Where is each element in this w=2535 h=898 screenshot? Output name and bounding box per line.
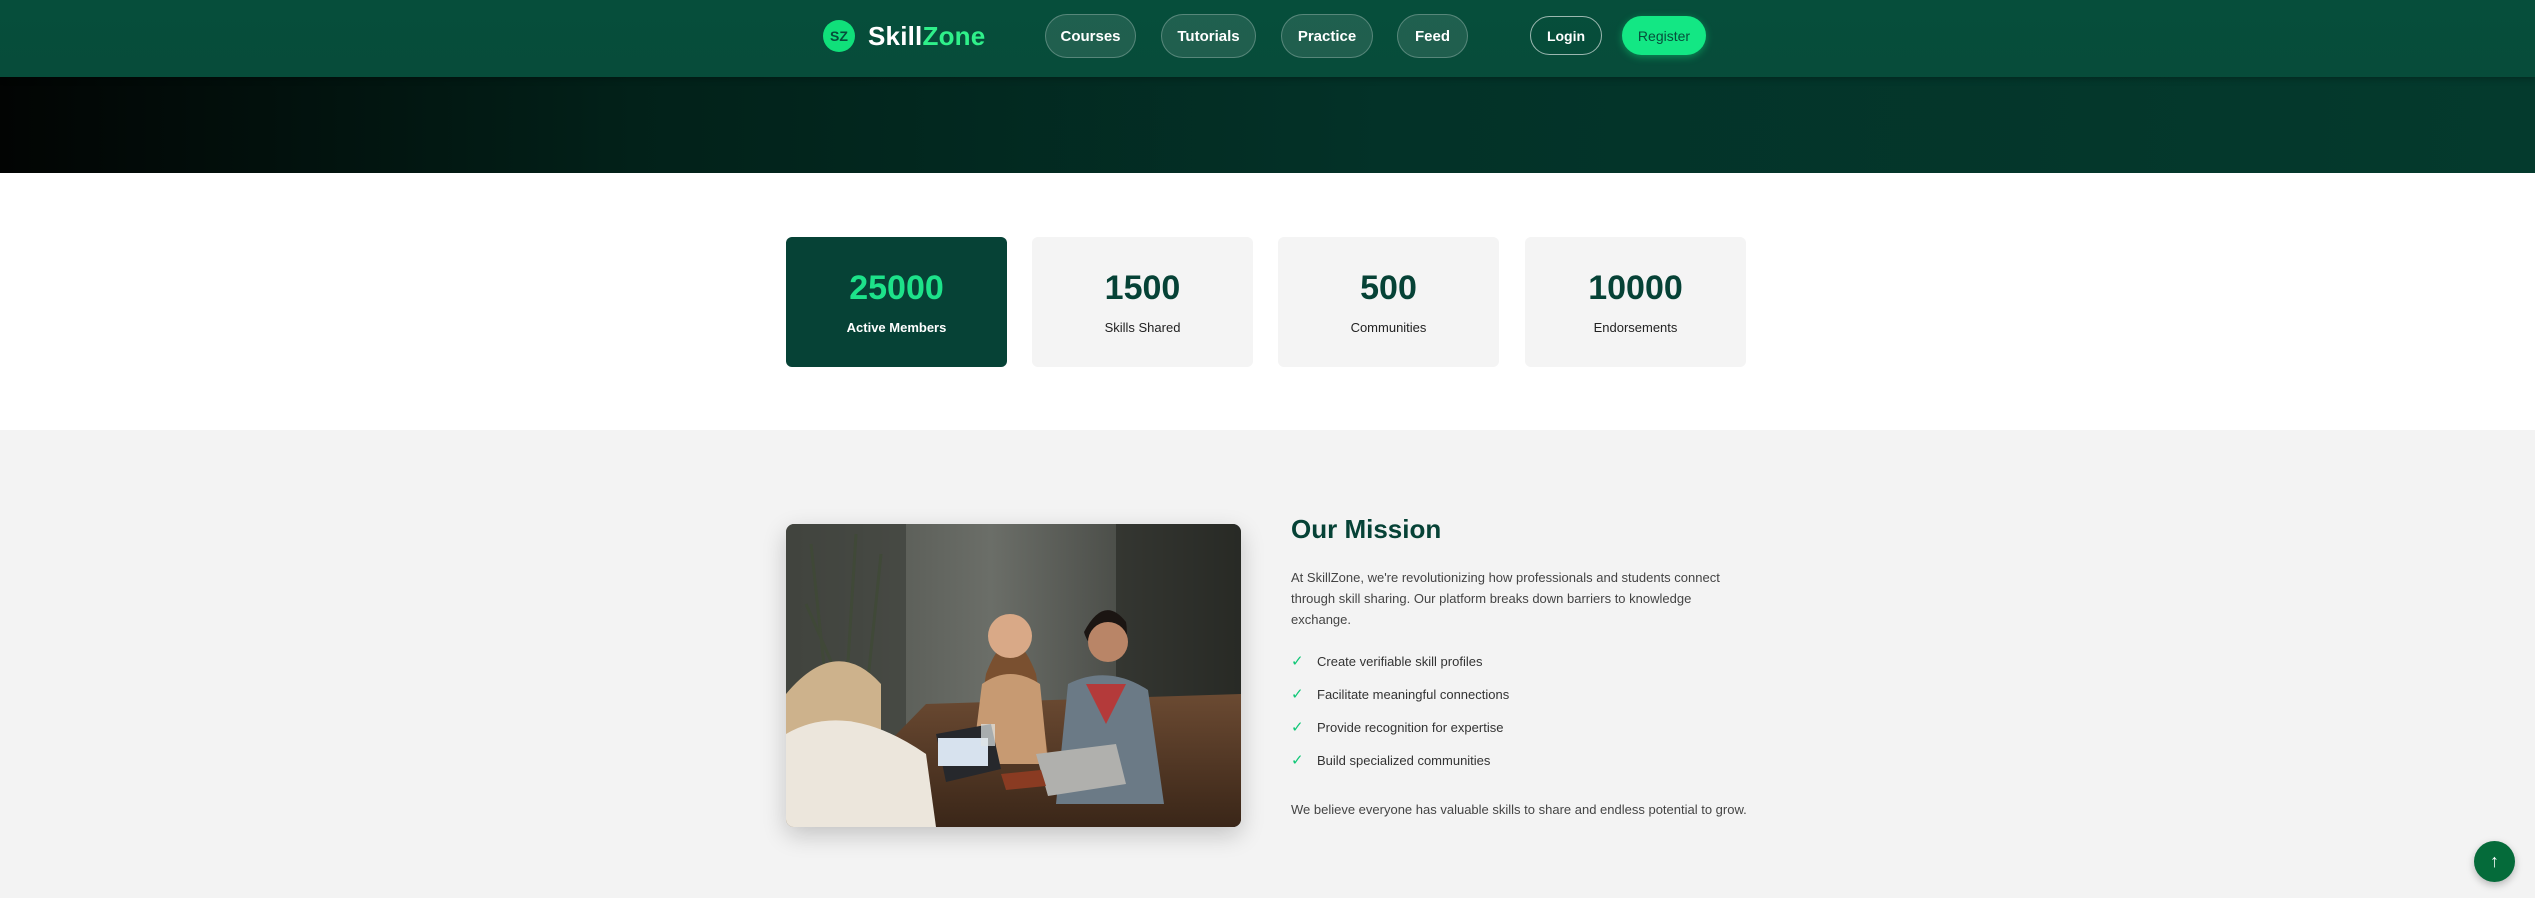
arrow-up-icon: ↑ [2490, 851, 2499, 871]
list-item-text: Provide recognition for expertise [1317, 720, 1504, 735]
register-button[interactable]: Register [1622, 16, 1706, 55]
check-icon: ✓ [1291, 752, 1304, 769]
stat-number: 500 [1360, 269, 1417, 307]
stat-label: Communities [1350, 320, 1427, 335]
stat-number: 1500 [1104, 269, 1181, 307]
top-navbar: SZ SkillZone Courses Tutorials Practice … [0, 0, 2535, 77]
team-photo [786, 524, 1241, 827]
nav-tutorials[interactable]: Tutorials [1161, 14, 1256, 58]
stat-label: Skills Shared [1104, 320, 1181, 335]
nav-courses[interactable]: Courses [1045, 14, 1136, 58]
stat-card-endorsements: 10000 Endorsements [1525, 237, 1746, 367]
mission-closing-text: We believe everyone has valuable skills … [1291, 802, 1747, 817]
stat-number: 10000 [1588, 269, 1683, 307]
stat-card-skills: 1500 Skills Shared [1032, 237, 1253, 367]
check-icon: ✓ [1291, 653, 1304, 670]
nav-practice[interactable]: Practice [1281, 14, 1373, 58]
stat-label: Endorsements [1593, 320, 1678, 335]
stats-section: 25000 Active Members 1500 Skills Shared … [0, 173, 2535, 430]
check-icon: ✓ [1291, 686, 1304, 703]
logo-text-skill: Skill [868, 20, 923, 51]
list-item-text: Create verifiable skill profiles [1317, 654, 1483, 669]
back-to-top-button[interactable]: ↑ [2474, 841, 2515, 882]
list-item-text: Facilitate meaningful connections [1317, 687, 1510, 702]
mission-description: At SkillZone, we're revolutionizing how … [1291, 570, 1720, 627]
nav-feed[interactable]: Feed [1397, 14, 1468, 58]
stat-card-communities: 500 Communities [1278, 237, 1499, 367]
list-item: ✓ Facilitate meaningful connections [1291, 687, 1509, 720]
mission-title: Our Mission [1291, 514, 1442, 544]
list-item: ✓ Provide recognition for expertise [1291, 720, 1509, 753]
site-logo[interactable]: SZ SkillZone [823, 19, 985, 53]
stat-label: Active Members [846, 320, 947, 335]
list-item-text: Build specialized communities [1317, 753, 1491, 768]
hero-banner [0, 77, 2535, 173]
logo-badge-icon: SZ [823, 20, 855, 52]
logo-wordmark: SkillZone [868, 21, 985, 52]
check-icon: ✓ [1291, 719, 1304, 736]
stat-number: 25000 [849, 269, 944, 307]
logo-text-zone: Zone [922, 20, 986, 51]
list-item: ✓ Create verifiable skill profiles [1291, 654, 1509, 687]
login-button[interactable]: Login [1530, 16, 1602, 55]
mission-section: Our Mission At SkillZone, we're revoluti… [0, 430, 2535, 898]
mission-list: ✓ Create verifiable skill profiles ✓ Fac… [1291, 654, 1509, 786]
stat-card-members: 25000 Active Members [786, 237, 1007, 367]
list-item: ✓ Build specialized communities [1291, 753, 1509, 786]
